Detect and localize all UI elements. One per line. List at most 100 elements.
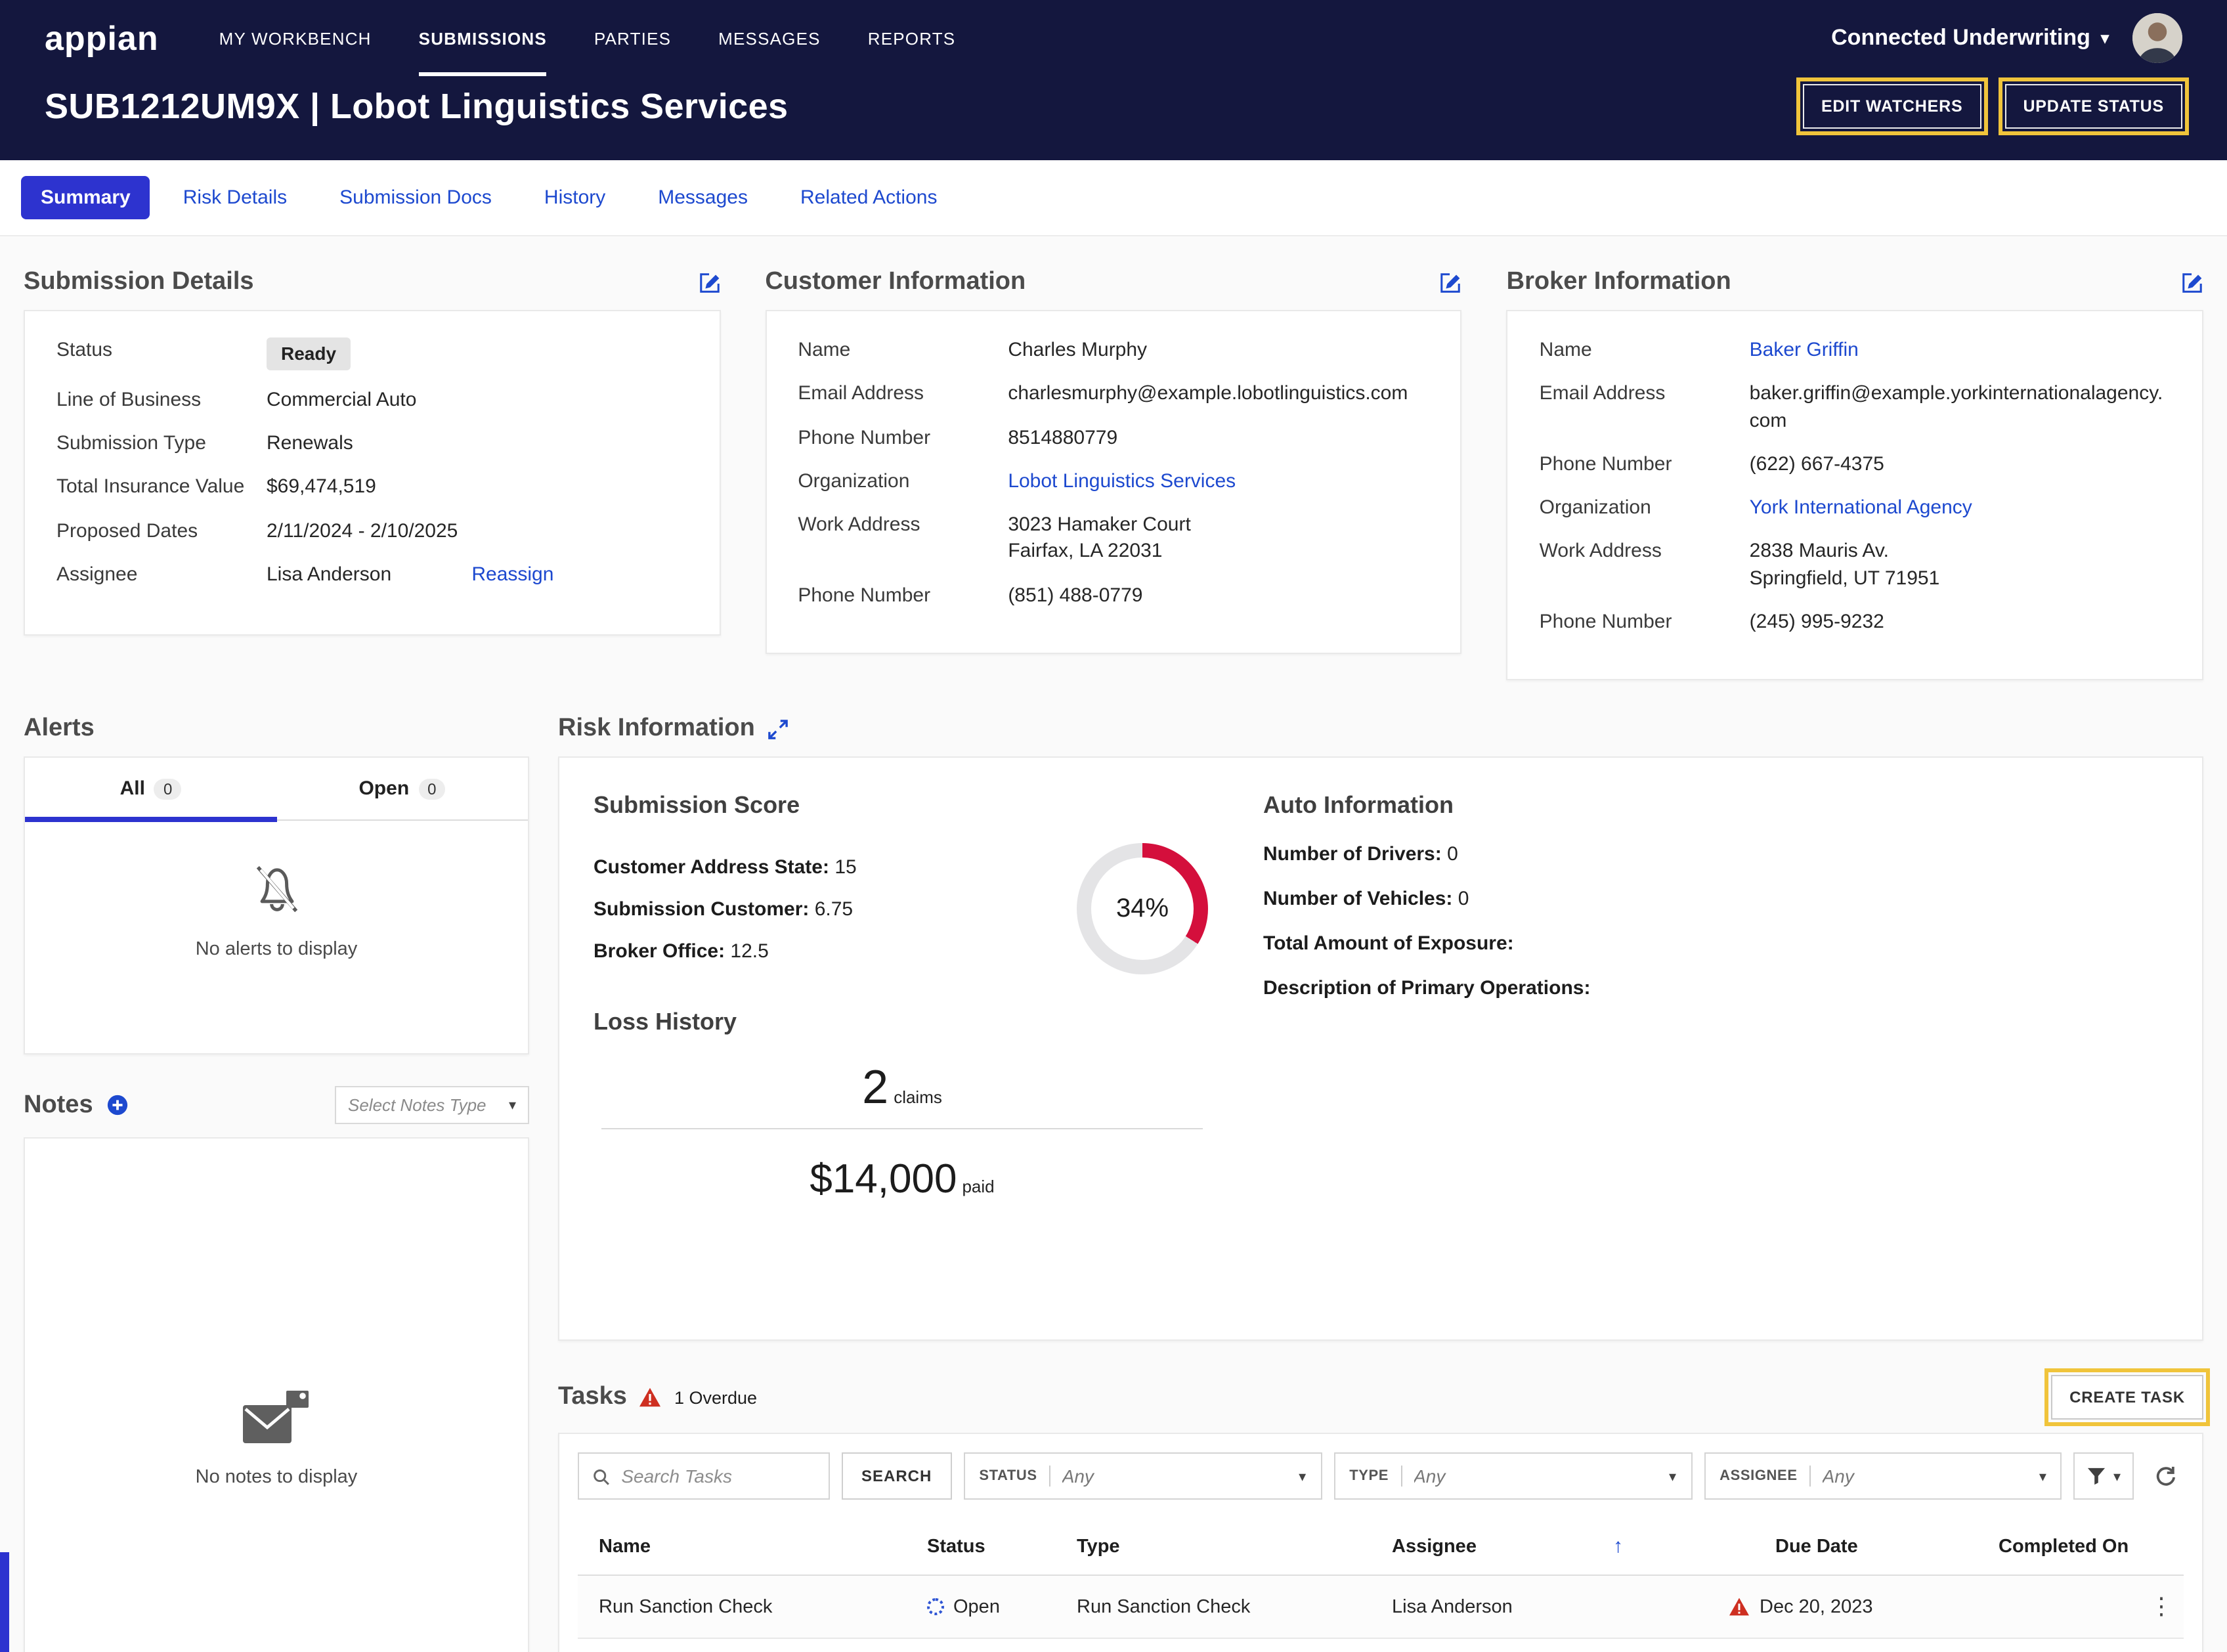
customer-work-address: 3023 Hamaker Court Fairfax, LA 22031 <box>1008 513 1191 563</box>
alerts-empty-text: No alerts to display <box>195 939 358 960</box>
record-header: SUB1212UM9X | Lobot Linguistics Services… <box>0 76 2227 160</box>
alerts-title: Alerts <box>24 714 95 742</box>
risk-information-title: Risk Information <box>558 714 755 742</box>
nav-parties[interactable]: PARTIES <box>594 0 671 76</box>
tasks-table: Name Status Type Assignee ↑ Due Date Com… <box>578 1518 2184 1639</box>
field-label: Organization <box>798 469 910 492</box>
reassign-link[interactable]: Reassign <box>471 563 553 586</box>
assignee-filter-dropdown[interactable]: ASSIGNEE Any ▾ <box>1704 1452 2062 1500</box>
filter-label: ASSIGNEE <box>1719 1468 1798 1484</box>
notes-type-select[interactable]: Select Notes Type ▾ <box>335 1086 529 1124</box>
field-label: Email Address <box>798 382 924 405</box>
refresh-button[interactable] <box>2146 1452 2184 1500</box>
alerts-tab-open[interactable]: Open 0 <box>276 758 528 819</box>
edit-customer-icon[interactable] <box>1440 271 1462 293</box>
tab-messages[interactable]: Messages <box>638 176 768 219</box>
broker-organization-link[interactable]: York International Agency <box>1750 495 2171 522</box>
column-name[interactable]: Name <box>578 1519 922 1574</box>
edit-broker-icon[interactable] <box>2181 271 2203 293</box>
filter-label: TYPE <box>1349 1468 1389 1484</box>
column-menu-spacer <box>2139 1529 2184 1563</box>
funnel-icon <box>2088 1467 2106 1485</box>
type-filter-dropdown[interactable]: TYPE Any ▾ <box>1333 1452 1693 1500</box>
chevron-down-icon: ▾ <box>2039 1469 2046 1485</box>
tasks-table-header: Name Status Type Assignee ↑ Due Date Com… <box>578 1518 2184 1576</box>
edit-submission-details-icon[interactable] <box>698 271 720 293</box>
alerts-card: All 0 Open 0 No alerts to display <box>24 756 529 1054</box>
alerts-tab-all-label: All <box>119 777 145 800</box>
column-type[interactable]: Type <box>1071 1519 1387 1574</box>
broker-phone: (622) 667-4375 <box>1749 452 1884 475</box>
sort-up-icon: ↑ <box>1612 1535 1623 1557</box>
tab-submission-docs[interactable]: Submission Docs <box>320 176 511 219</box>
plus-circle-icon <box>107 1095 127 1116</box>
right-column: Risk Information Submission Score Custom… <box>558 704 2210 1652</box>
divider <box>1809 1466 1811 1487</box>
field-value: 2/11/2024 - 2/10/2025 <box>267 519 458 542</box>
tasks-filters: SEARCH STATUS Any ▾ TYPE Any <box>578 1452 2184 1500</box>
paid-unit: paid <box>962 1177 995 1196</box>
column-assignee[interactable]: Assignee ↑ <box>1387 1518 1723 1575</box>
tab-related-actions[interactable]: Related Actions <box>781 176 957 219</box>
row-menu-button[interactable]: ⋮ <box>2139 1576 2184 1638</box>
gauge-percent-label: 34% <box>1115 894 1169 923</box>
expand-risk-icon[interactable] <box>768 719 788 739</box>
add-note-button[interactable] <box>106 1094 129 1116</box>
nav-submissions[interactable]: SUBMISSIONS <box>418 0 547 76</box>
search-button[interactable]: SEARCH <box>842 1452 952 1500</box>
task-type: Run Sanction Check <box>1077 1596 1251 1617</box>
customer-organization-link[interactable]: Lobot Linguistics Services <box>1008 469 1429 496</box>
notes-card: No notes to display <box>24 1137 529 1652</box>
notes-section: Notes Select Notes Type ▾ No notes to di… <box>24 1086 529 1652</box>
appian-logo: appian <box>45 18 159 57</box>
table-row[interactable]: Run Sanction Check Open Run Sanction Che… <box>578 1576 2184 1639</box>
field-value: Commercial Auto <box>267 388 417 411</box>
broker-name-link[interactable]: Baker Griffin <box>1750 337 2171 364</box>
column-status[interactable]: Status <box>922 1519 1071 1574</box>
field-label: Email Address <box>1539 382 1666 405</box>
alerts-all-count: 0 <box>154 779 182 800</box>
warning-icon <box>1729 1598 1749 1616</box>
field-label: Phone Number <box>798 584 931 606</box>
alerts-tabs: All 0 Open 0 <box>25 758 528 822</box>
auto-value: 0 <box>1458 888 1469 910</box>
task-status: Open <box>922 1579 1071 1634</box>
auto-label: Number of Drivers: <box>1263 843 1442 865</box>
metric-value: 15 <box>834 856 857 878</box>
status-filter-dropdown[interactable]: STATUS Any ▾ <box>963 1452 1322 1500</box>
task-search-input[interactable] <box>618 1464 815 1488</box>
column-due-date[interactable]: Due Date <box>1723 1519 1993 1574</box>
primary-nav: MY WORKBENCH SUBMISSIONS PARTIES MESSAGE… <box>219 0 956 76</box>
customer-phone: 8514880779 <box>1008 426 1118 448</box>
left-column: Alerts All 0 Open 0 No alerts to display… <box>24 704 529 1652</box>
tasks-card: SEARCH STATUS Any ▾ TYPE Any <box>558 1433 2203 1652</box>
filter-menu-button[interactable]: ▾ <box>2073 1452 2134 1500</box>
divider <box>1049 1466 1050 1487</box>
chevron-down-icon: ▾ <box>2113 1469 2121 1485</box>
assignee-value: Lisa Anderson <box>267 563 392 586</box>
create-task-button[interactable]: CREATE TASK <box>2044 1368 2210 1426</box>
workspace-switcher[interactable]: Connected Underwriting ▾ <box>1831 25 2109 51</box>
nav-my-workbench[interactable]: MY WORKBENCH <box>219 0 372 76</box>
claims-unit: claims <box>894 1087 942 1107</box>
field-label: Work Address <box>1539 540 1662 563</box>
nav-reports[interactable]: REPORTS <box>868 0 956 76</box>
edit-watchers-button[interactable]: EDIT WATCHERS <box>1796 77 1988 135</box>
auto-label: Number of Vehicles: <box>1263 888 1453 910</box>
alerts-tab-all[interactable]: All 0 <box>25 758 276 822</box>
alerts-empty-state: No alerts to display <box>25 821 528 999</box>
topbar-right: Connected Underwriting ▾ <box>1831 13 2182 63</box>
column-completed-on[interactable]: Completed On <box>1993 1519 2139 1574</box>
tab-risk-details[interactable]: Risk Details <box>163 176 307 219</box>
task-due-date-label: Dec 20, 2023 <box>1760 1596 1873 1617</box>
avatar[interactable] <box>2132 13 2182 63</box>
tab-summary[interactable]: Summary <box>21 176 150 219</box>
title-actions: EDIT WATCHERS UPDATE STATUS <box>1796 77 2190 135</box>
tab-history[interactable]: History <box>525 176 625 219</box>
update-status-button[interactable]: UPDATE STATUS <box>1998 77 2190 135</box>
field-value: Renewals <box>267 432 353 455</box>
task-completed-on <box>1993 1590 2139 1624</box>
submission-score-gauge: 34% <box>1077 843 1208 974</box>
search-icon <box>594 1469 609 1485</box>
nav-messages[interactable]: MESSAGES <box>718 0 821 76</box>
